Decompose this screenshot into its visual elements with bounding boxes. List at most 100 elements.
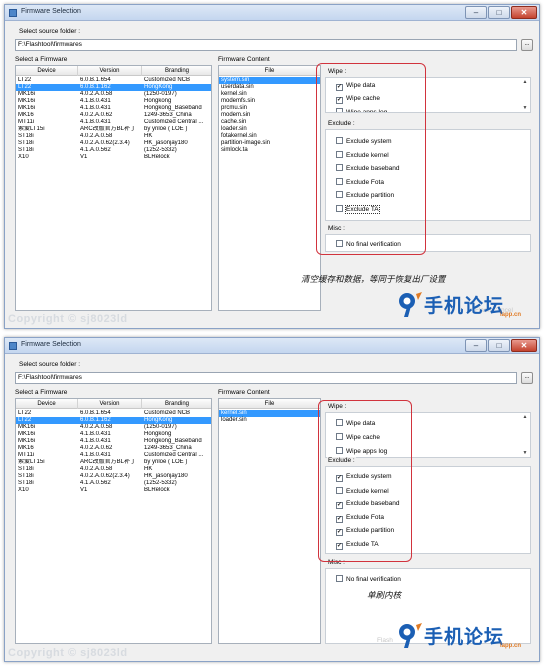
minimize-button[interactable]: – <box>465 339 487 352</box>
file-item[interactable]: prcmu.sin <box>219 105 320 112</box>
file-item[interactable]: kernel.sin <box>219 91 320 98</box>
file-item[interactable]: userdata.sin <box>219 84 320 91</box>
table-row[interactable]: MK16 4.0.2.A.0.62 1249-3653_China <box>16 445 211 452</box>
logo-text: 手机论坛 <box>424 627 505 648</box>
table-row[interactable]: LT22 6.0.B.1.654 Customized NCB <box>16 77 211 84</box>
table-row[interactable]: LT22 6.0.B.1.162 HongKong <box>16 417 211 424</box>
table-row[interactable]: ST18i 4.1.A.0.562 (1252-5332) <box>16 480 211 487</box>
title-bar[interactable]: Firmware Selection – □ ✕ <box>5 338 539 354</box>
window-title: Firmware Selection <box>21 8 81 15</box>
column-header-file[interactable]: File <box>219 399 320 409</box>
column-header-version[interactable]: Version <box>78 66 142 76</box>
cell-branding: BLRelock <box>144 487 170 493</box>
file-item[interactable]: loader.sin <box>219 417 320 424</box>
column-header-branding[interactable]: Branding <box>142 66 212 76</box>
column-header-version[interactable]: Version <box>78 399 142 409</box>
table-row[interactable]: LT22 6.0.B.1.162 HongKong <box>16 84 211 91</box>
browse-button[interactable]: ... <box>521 372 533 384</box>
table-row[interactable]: X10 V1 BLRelock <box>16 154 211 161</box>
cell-device: LT22 <box>18 417 32 423</box>
cell-version: 4.1.B.0.431 <box>80 438 111 444</box>
table-row[interactable]: MK16i 4.1.B.0.431 Hongkong <box>16 98 211 105</box>
table-row[interactable]: MT11i 4.1.B.0.431 Customized Central ... <box>16 452 211 459</box>
firmware-content-label: Firmware Content <box>218 56 270 63</box>
browse-button[interactable]: ... <box>521 39 533 51</box>
file-item[interactable]: simlock.ta <box>219 147 320 154</box>
scroll-up-icon[interactable]: ▲ <box>522 414 528 420</box>
close-button[interactable]: ✕ <box>511 6 537 19</box>
scroll-up-icon[interactable]: ▲ <box>522 79 528 85</box>
select-firmware-label: Select a Firmware <box>15 389 68 396</box>
window-title: Firmware Selection <box>21 341 81 348</box>
screenshot-panel-bottom: Firmware Selection – □ ✕ Select source f… <box>0 333 544 666</box>
checkbox-box[interactable] <box>336 575 343 582</box>
maximize-button[interactable]: □ <box>488 339 510 352</box>
cell-branding: 1249-3653_China <box>144 112 192 118</box>
table-row[interactable]: 索爱LT15i ARC改版官方BL补丁 by ynloe ( LOE ) <box>16 459 211 466</box>
firmware-table[interactable]: Device Version Branding LT22 6.0.B.1.654 C… <box>15 398 212 644</box>
cell-branding: HK <box>144 466 153 472</box>
scroll-down-icon[interactable]: ▼ <box>522 450 528 456</box>
cell-device: MK16i <box>18 424 36 430</box>
firmware-selection-window: Firmware Selection – □ ✕ Select source f… <box>4 4 540 329</box>
file-item[interactable]: modem.sin <box>219 112 320 119</box>
cell-device: 索爱LT15i <box>18 459 45 465</box>
table-row[interactable]: 索爱LT15i ARC改版官方BL补丁 by ynloe ( LOE ) <box>16 126 211 133</box>
column-header-device[interactable]: Device <box>16 66 78 76</box>
close-button[interactable]: ✕ <box>511 339 537 352</box>
file-item[interactable]: kernel.sin <box>219 410 320 417</box>
cell-branding: (1252-5332) <box>144 147 177 153</box>
logo-text: 手机论坛 <box>424 296 505 317</box>
app-icon <box>9 342 17 350</box>
cell-branding: by ynloe ( LOE ) <box>144 459 188 465</box>
title-bar[interactable]: Firmware Selection – □ ✕ <box>5 5 539 21</box>
table-row[interactable]: MK16 4.0.2.A.0.62 1249-3653_China <box>16 112 211 119</box>
cell-device: X10 <box>18 154 29 160</box>
table-row[interactable]: ST18i 4.0.2.A.0.62(2.3.4) HK_jasonjay180 <box>16 473 211 480</box>
column-header-file[interactable]: File <box>219 66 320 76</box>
table-row[interactable]: MK16i 4.0.2.A.0.58 (1250-0197) <box>16 91 211 98</box>
table-row[interactable]: MK16i 4.1.B.0.431 Hongkong_Baseband <box>16 105 211 112</box>
cell-device: MK16 <box>18 445 34 451</box>
table-row[interactable]: MT11i 4.1.B.0.431 Customized Central ... <box>16 119 211 126</box>
flash-button[interactable]: Flash <box>377 637 393 644</box>
table-row[interactable]: ST18i 4.0.2.A.0.62(2.3.4) HK_jasonjay180 <box>16 140 211 147</box>
source-folder-input[interactable]: F:\Flashtool\firmwares <box>15 372 517 384</box>
table-row[interactable]: LT22 6.0.B.1.654 Customized NCB <box>16 410 211 417</box>
column-header-branding[interactable]: Branding <box>142 399 212 409</box>
minimize-button[interactable]: – <box>465 6 487 19</box>
firmware-content-label: Firmware Content <box>218 389 270 396</box>
table-row[interactable]: ST18i 4.1.A.0.562 (1252-5332) <box>16 147 211 154</box>
logo-mark-icon <box>399 623 422 648</box>
file-item[interactable]: fotakernel.sin <box>219 133 320 140</box>
cell-version: 6.0.B.1.654 <box>80 410 111 416</box>
copyright-watermark: Copyright © sj8023ld <box>8 647 128 659</box>
file-item[interactable]: cache.sin <box>219 119 320 126</box>
cell-version: V1 <box>80 154 88 160</box>
cell-device: ST18i <box>18 480 34 486</box>
cell-device: LT22 <box>18 77 32 83</box>
cell-version: 4.1.A.0.562 <box>80 480 111 486</box>
table-row[interactable]: MK16i 4.0.2.A.0.58 (1250-0197) <box>16 424 211 431</box>
table-row[interactable]: MK16i 4.1.B.0.431 Hongkong_Baseband <box>16 438 211 445</box>
scroll-down-icon[interactable]: ▼ <box>522 105 528 111</box>
file-item[interactable]: modemfs.sin <box>219 98 320 105</box>
column-header-device[interactable]: Device <box>16 399 78 409</box>
cell-device: MK16i <box>18 105 36 111</box>
table-row[interactable]: X10 V1 BLRelock <box>16 487 211 494</box>
cell-branding: HK <box>144 133 153 139</box>
firmware-content-list[interactable]: File kernel.sin loader.sin <box>218 398 321 644</box>
source-folder-input[interactable]: F:\Flashtool\firmwares <box>15 39 517 51</box>
firmware-table[interactable]: Device Version Branding LT22 6.0.B.1.654 C… <box>15 65 212 311</box>
file-item[interactable]: loader.sin <box>219 126 320 133</box>
no-final-verification-checkbox[interactable]: No final verification <box>336 575 401 584</box>
cell-version: 6.0.B.1.162 <box>80 417 111 423</box>
table-row[interactable]: ST18i 4.0.2.A.0.58 HK <box>16 466 211 473</box>
file-item[interactable]: system.sin <box>219 77 320 84</box>
table-row[interactable]: MK16i 4.1.B.0.431 Hongkong <box>16 431 211 438</box>
cell-version: V1 <box>80 487 88 493</box>
maximize-button[interactable]: □ <box>488 6 510 19</box>
cell-version: 4.1.B.0.431 <box>80 98 111 104</box>
file-item[interactable]: partition-image.sin <box>219 140 320 147</box>
table-row[interactable]: ST18i 4.0.2.A.0.58 HK <box>16 133 211 140</box>
